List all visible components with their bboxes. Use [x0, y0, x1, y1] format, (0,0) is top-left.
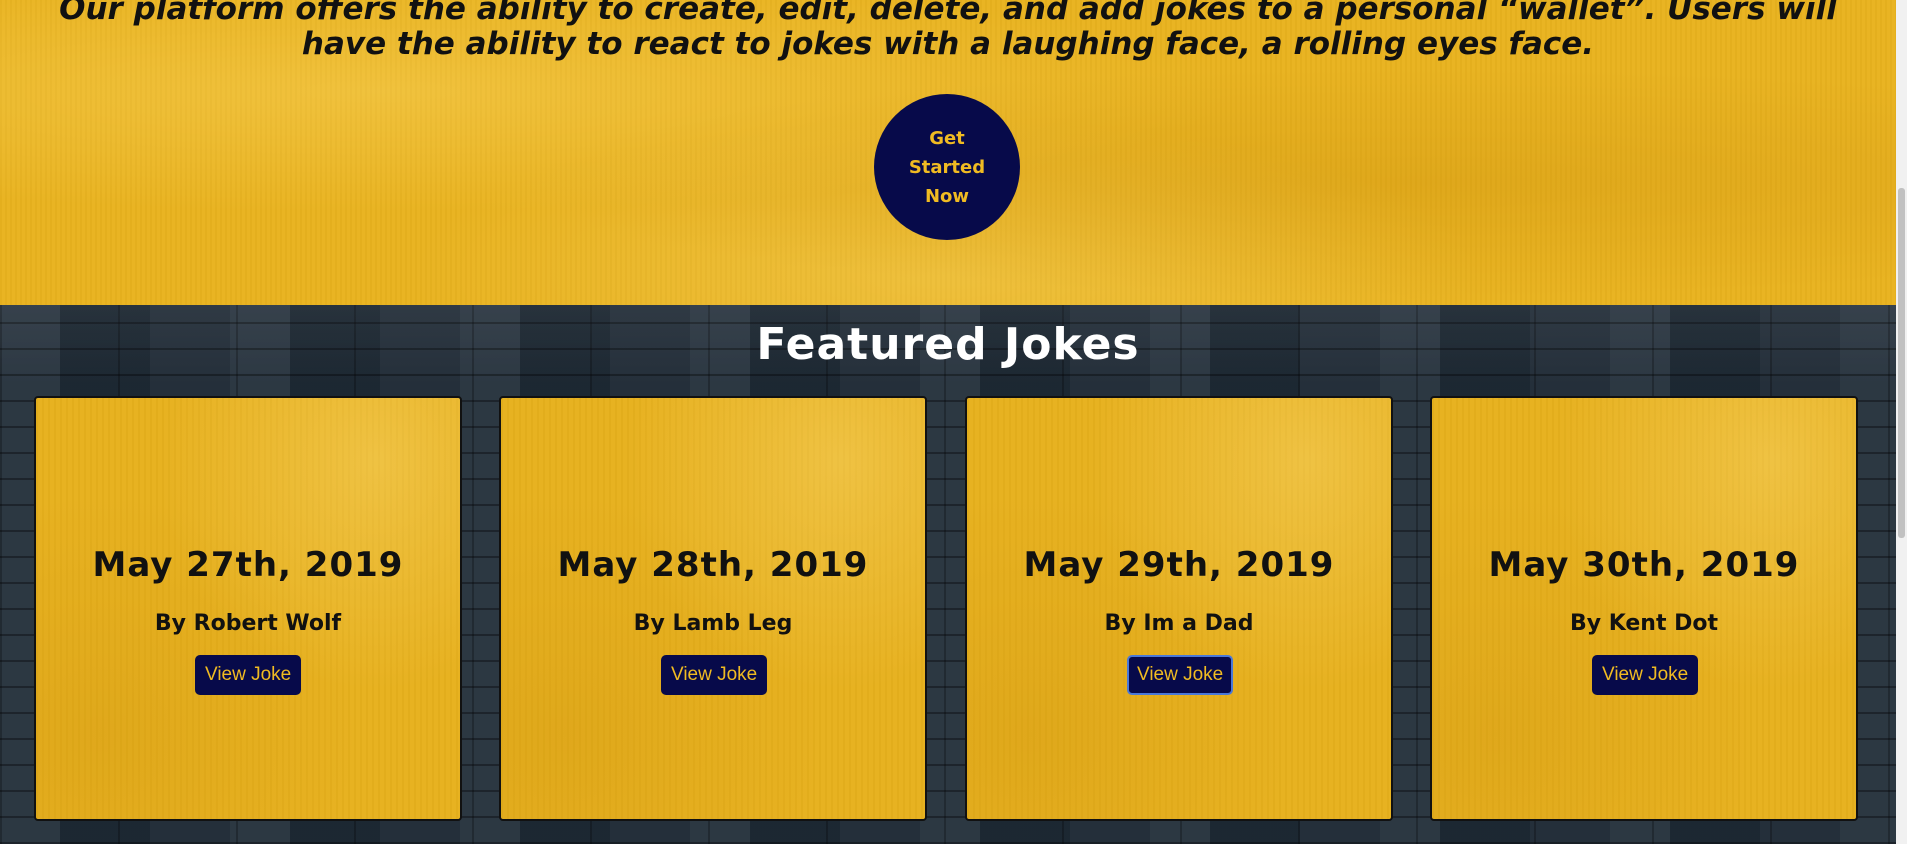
joke-card: May 28th, 2019 By Lamb Leg View Joke [499, 396, 927, 821]
page: Our platform offers the ability to creat… [0, 0, 1907, 844]
hero-section: Our platform offers the ability to creat… [0, 0, 1896, 305]
joke-date: May 29th, 2019 [1023, 545, 1335, 585]
joke-author: By Robert Wolf [154, 611, 342, 636]
hero-description: Our platform offers the ability to creat… [59, 0, 1837, 62]
joke-date: May 30th, 2019 [1488, 545, 1800, 585]
joke-card: May 29th, 2019 By Im a Dad View Joke [965, 396, 1393, 821]
joke-date: May 28th, 2019 [557, 545, 869, 585]
joke-card: May 27th, 2019 By Robert Wolf View Joke [34, 396, 462, 821]
view-joke-button[interactable]: View Joke [195, 655, 302, 695]
joke-author: By Kent Dot [1569, 611, 1719, 636]
view-joke-button[interactable]: View Joke [1592, 655, 1699, 695]
joke-card: May 30th, 2019 By Kent Dot View Joke [1430, 396, 1858, 821]
joke-date: May 27th, 2019 [92, 545, 404, 585]
view-joke-button[interactable]: View Joke [661, 655, 768, 695]
featured-jokes-section: Featured Jokes May 27th, 2019 By Robert … [0, 305, 1896, 844]
joke-author: By Im a Dad [1104, 611, 1254, 636]
joke-author: By Lamb Leg [633, 611, 793, 636]
get-started-button[interactable]: Get Started Now [874, 94, 1020, 240]
view-joke-button[interactable]: View Joke [1127, 655, 1234, 695]
scrollbar-thumb[interactable] [1898, 188, 1905, 538]
featured-jokes-title: Featured Jokes [756, 319, 1140, 370]
vertical-scrollbar[interactable] [1896, 0, 1907, 844]
